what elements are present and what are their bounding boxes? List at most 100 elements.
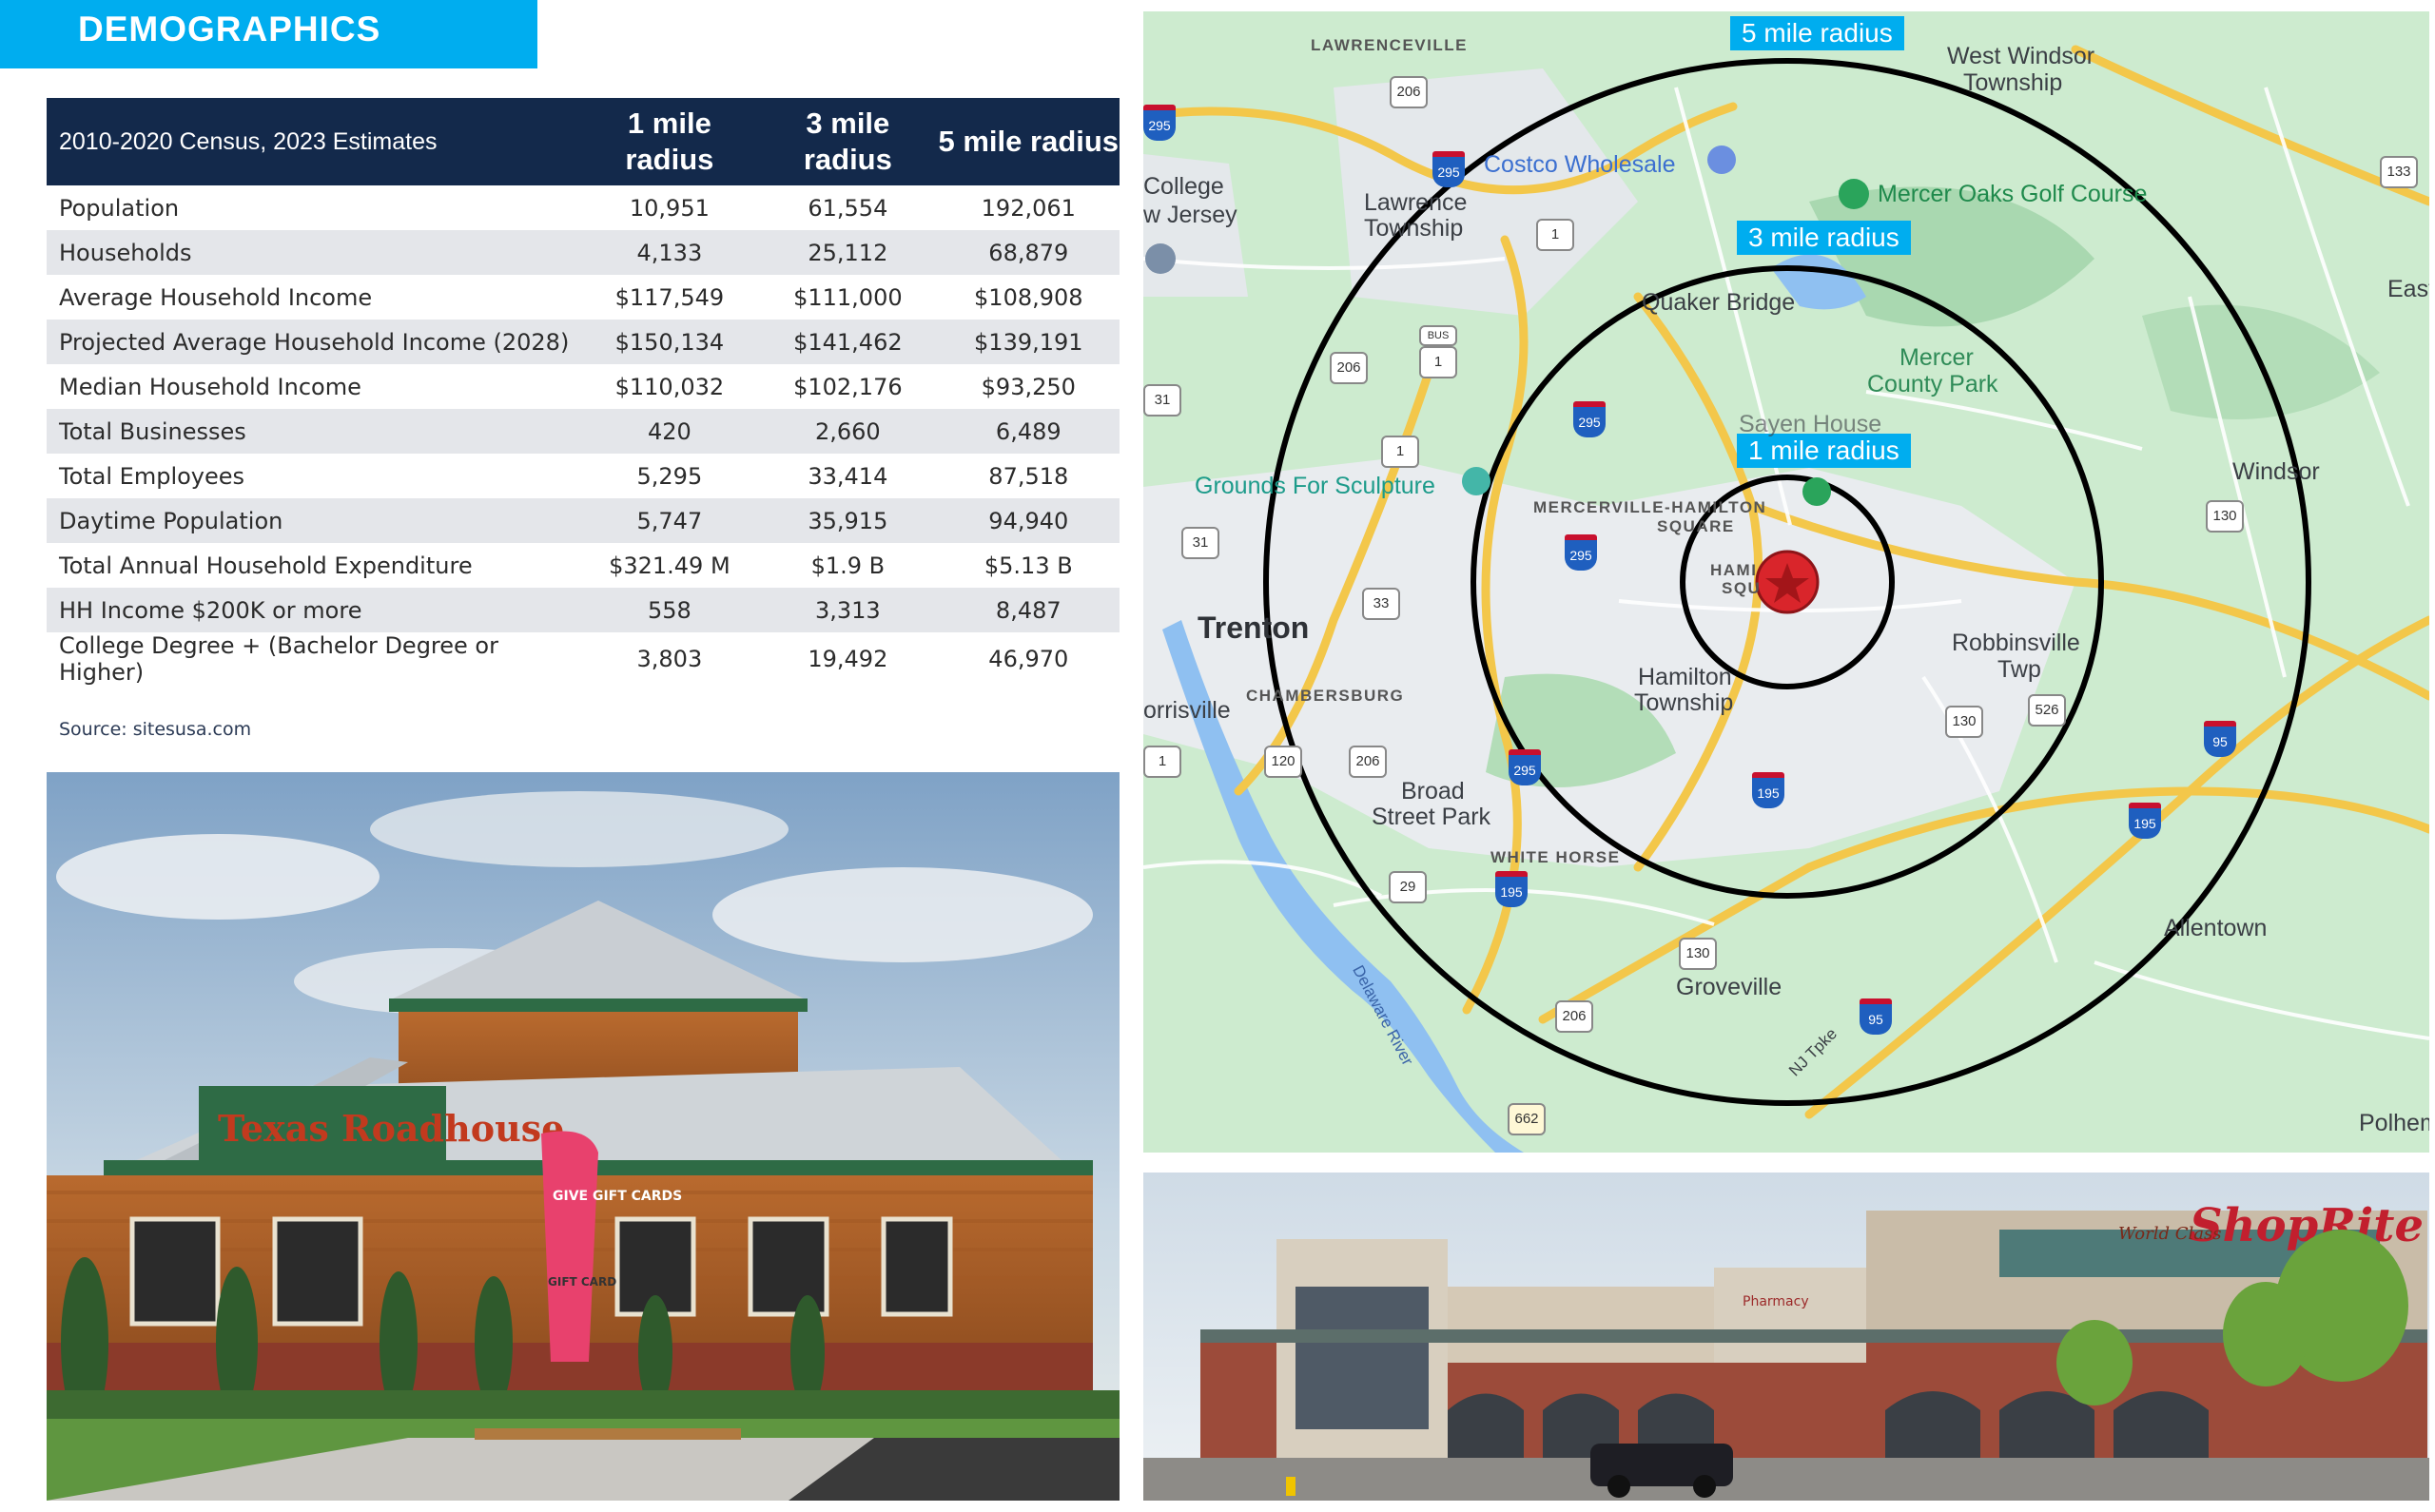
value-5-mile: $5.13 B xyxy=(984,552,1073,579)
row-label: College Degree + (Bachelor Degree or Hig… xyxy=(59,632,498,686)
place-hami: HAMI xyxy=(1710,561,1758,579)
route-shield-662: 662 xyxy=(1508,1103,1546,1135)
value-5-mile: 8,487 xyxy=(995,596,1062,624)
route-shield-95: 95 xyxy=(2204,721,2236,757)
row-label: Total Businesses xyxy=(59,417,246,445)
value-1-mile: 420 xyxy=(647,417,692,445)
route-shield-195: 195 xyxy=(1495,871,1528,907)
route-shield-295: 295 xyxy=(1509,749,1541,785)
place-lawrence: Lawrence xyxy=(1364,189,1468,216)
place-costco: Costco Wholesale xyxy=(1484,151,1676,178)
place-robbinsville: Robbinsville xyxy=(1952,630,2080,656)
row-label: Total Annual Household Expenditure xyxy=(59,552,473,579)
section-banner: DEMOGRAPHICS xyxy=(0,0,537,68)
value-1-mile: 558 xyxy=(647,596,692,624)
row-label: Median Household Income xyxy=(59,373,361,400)
route-shield-295: 295 xyxy=(1573,401,1606,437)
place-morrisville: orrisville xyxy=(1143,697,1231,724)
value-3-mile: 3,313 xyxy=(814,596,881,624)
route-shield-1: 1 xyxy=(1143,746,1181,778)
place-quaker-bridge: Quaker Bridge xyxy=(1642,289,1796,316)
place-chambersburg: CHAMBERSBURG xyxy=(1246,687,1405,705)
table-row: Total Annual Household Expenditure $321.… xyxy=(47,543,1120,588)
place-white-horse: WHITE HORSE xyxy=(1490,848,1621,866)
value-5-mile: $139,191 xyxy=(974,328,1083,356)
route-shield-29: 29 xyxy=(1389,871,1427,903)
value-5-mile: 46,970 xyxy=(988,646,1069,672)
table-header-3-mile: 3 mile radius xyxy=(803,107,892,176)
value-3-mile: 25,112 xyxy=(808,239,888,266)
route-shield-1-bus: 1 xyxy=(1419,346,1457,378)
value-1-mile: $150,134 xyxy=(614,328,725,356)
route-shield-1: 1 xyxy=(1381,436,1419,468)
place-trenton: Trenton xyxy=(1198,611,1310,645)
route-shield-130: 130 xyxy=(1945,706,1983,738)
table-row: Median Household Income $110,032 $102,17… xyxy=(47,364,1120,409)
place-hamilton-2: Township xyxy=(1634,689,1734,716)
value-5-mile: 94,940 xyxy=(988,507,1069,534)
table-header-census: 2010-2020 Census, 2023 Estimates xyxy=(59,128,438,155)
value-1-mile: 5,747 xyxy=(636,507,703,534)
row-label: HH Income $200K or more xyxy=(59,596,362,624)
value-3-mile: $111,000 xyxy=(793,283,903,311)
table-row: Average Household Income $117,549 $111,0… xyxy=(47,275,1120,320)
value-3-mile: 2,660 xyxy=(814,417,881,445)
place-west-windsor: West Windsor xyxy=(1947,43,2095,69)
row-label: Households xyxy=(59,239,192,266)
restaurant-sign-text: Texas Roadhouse xyxy=(218,1107,564,1150)
route-shield-120: 120 xyxy=(1264,746,1302,778)
value-5-mile: 192,061 xyxy=(981,194,1076,222)
place-robbinsville-2: Twp xyxy=(1997,656,2041,683)
place-lawrence-2: Township xyxy=(1364,215,1464,242)
route-shield-206: 206 xyxy=(1349,746,1387,778)
route-shield-1: 1 xyxy=(1536,219,1574,251)
route-shield-195: 195 xyxy=(1752,772,1784,808)
route-shield-195: 195 xyxy=(2129,803,2161,839)
restaurant-photo: Texas Roadhouse GIVE GIFT CARDS GIFT CAR… xyxy=(47,772,1120,1501)
route-shield-295: 295 xyxy=(1565,534,1597,571)
place-west-windsor-2: Township xyxy=(1963,69,2063,96)
route-shield-95: 95 xyxy=(1860,998,1892,1035)
table-header-5-mile: 5 mile radius xyxy=(938,125,1120,158)
five-mile-tag: 5 mile radius xyxy=(1730,16,1904,50)
route-shield-206: 206 xyxy=(1330,352,1368,384)
place-mercer-park-2: County Park xyxy=(1867,371,1998,397)
value-3-mile: $1.9 B xyxy=(810,552,886,579)
value-1-mile: 10,951 xyxy=(629,194,710,222)
row-label: Total Employees xyxy=(59,462,245,490)
table-row: Population 10,951 61,554 192,061 xyxy=(47,185,1120,230)
three-mile-tag: 3 mile radius xyxy=(1737,221,1911,255)
row-label: Population xyxy=(59,194,180,222)
row-label: Average Household Income xyxy=(59,283,373,311)
route-shield-33: 33 xyxy=(1362,588,1400,620)
place-mercer-oaks: Mercer Oaks Golf Course xyxy=(1878,181,2148,207)
table-header-1-mile: 1 mile radius xyxy=(625,107,714,176)
radius-map: 5 mile radius 3 mile radius 1 mile radiu… xyxy=(1143,11,2429,1153)
place-grounds-for-sculpture: Grounds For Sculpture xyxy=(1195,473,1435,499)
value-3-mile: 61,554 xyxy=(808,194,888,222)
route-shield-130: 130 xyxy=(2206,500,2244,533)
table-row: Daytime Population 5,747 35,915 94,940 xyxy=(47,498,1120,543)
place-hamilton: Hamilton xyxy=(1638,664,1732,690)
place-squ: SQU xyxy=(1722,579,1762,597)
place-mercerville: MERCERVILLE-HAMILTON xyxy=(1533,498,1767,516)
value-3-mile: 35,915 xyxy=(808,507,888,534)
place-college: College xyxy=(1143,173,1224,200)
value-3-mile: $102,176 xyxy=(793,373,903,400)
value-1-mile: $321.49 M xyxy=(609,552,730,579)
place-polhemus: Polhemu xyxy=(2359,1110,2429,1136)
place-east: East xyxy=(2387,276,2429,302)
place-broad: Broad xyxy=(1401,778,1465,804)
table-row: College Degree + (Bachelor Degree or Hig… xyxy=(47,632,1120,686)
route-shield-206: 206 xyxy=(1555,1000,1593,1033)
route-shield-31: 31 xyxy=(1181,527,1219,559)
route-shield-31: 31 xyxy=(1143,384,1181,417)
shoprite-photo: ShopRite World Class Pharmacy xyxy=(1143,1173,2429,1501)
table-row: Total Employees 5,295 33,414 87,518 xyxy=(47,454,1120,498)
row-label: Daytime Population xyxy=(59,507,283,534)
table-row: Projected Average Household Income (2028… xyxy=(47,320,1120,364)
value-5-mile: 87,518 xyxy=(988,462,1069,490)
value-5-mile: $93,250 xyxy=(981,373,1076,400)
banner-flag-text: GIVE GIFT CARDS xyxy=(553,1189,682,1204)
route-shield-295: 295 xyxy=(1432,151,1465,187)
